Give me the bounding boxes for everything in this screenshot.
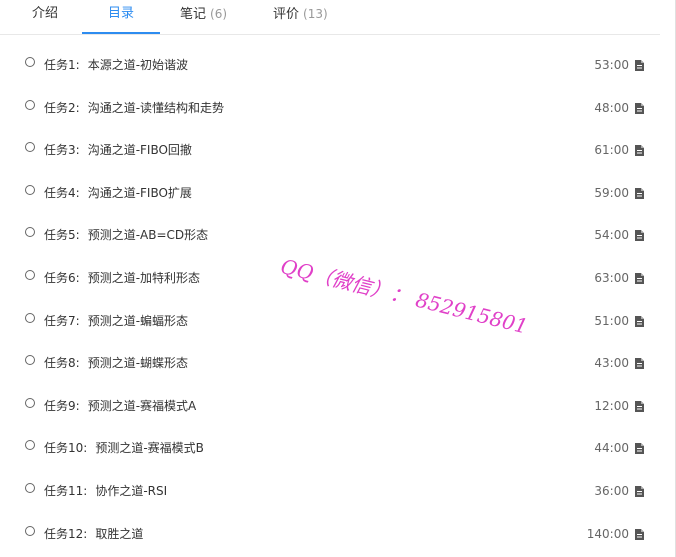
task-name: 预测之道-AB=CD形态 — [87, 228, 209, 243]
task-duration: 140:00 — [586, 526, 629, 541]
task-row[interactable]: 任务7: 预测之道-蝙蝠形态 51:00 — [10, 299, 660, 342]
task-row[interactable]: 任务9: 预测之道-赛福模式A 12:00 — [10, 384, 660, 427]
task-number: 任务3: — [44, 143, 80, 158]
task-duration: 43:00 — [594, 356, 629, 371]
document-icon — [635, 486, 644, 497]
task-duration: 36:00 — [594, 484, 629, 498]
task-number: 任务6: — [44, 271, 80, 285]
radio-circle-icon — [25, 142, 35, 153]
task-duration: 12:00 — [594, 398, 629, 413]
document-icon — [635, 358, 644, 370]
tab-notes[interactable]: 笔记 (6) — [180, 0, 227, 33]
task-row[interactable]: 任务11: 协作之道-RSI 36:00 — [10, 470, 660, 512]
task-number: 任务1: — [44, 58, 80, 72]
task-row[interactable]: 任务6: 预测之道-加特利形态 63:00 — [10, 257, 660, 299]
task-row[interactable]: 任务12: 取胜之道 140:00 — [10, 512, 660, 555]
tab-notes-label: 笔记 — [180, 7, 207, 22]
task-name: 本源之道-初始谐波 — [87, 58, 189, 72]
task-number: 任务2: — [44, 100, 80, 115]
tab-notes-count: (6) — [210, 7, 228, 21]
tab-reviews-label: 评价 — [273, 7, 300, 22]
document-icon — [635, 187, 644, 199]
radio-circle-icon — [25, 99, 35, 110]
task-title: 任务3: 沟通之道-FIBO回撤 — [44, 129, 192, 171]
task-duration: 44:00 — [594, 441, 629, 456]
radio-circle-icon — [25, 355, 35, 366]
task-duration: 53:00 — [594, 58, 629, 72]
task-number: 任务10: — [44, 441, 88, 456]
document-icon — [635, 400, 644, 412]
task-name: 预测之道-蝙蝠形态 — [87, 313, 189, 328]
document-icon — [635, 145, 644, 157]
task-row[interactable]: 任务8: 预测之道-蝴蝶形态 43:00 — [10, 342, 660, 385]
tab-intro[interactable]: 介绍 — [32, 0, 58, 33]
radio-circle-icon — [25, 227, 35, 238]
task-duration: 51:00 — [594, 313, 629, 328]
radio-circle-icon — [25, 483, 35, 493]
task-name: 预测之道-加特利形态 — [87, 271, 201, 285]
document-icon — [635, 528, 644, 540]
tab-reviews-count: (13) — [303, 7, 328, 21]
document-icon — [635, 60, 644, 71]
task-title: 任务7: 预测之道-蝙蝠形态 — [44, 300, 188, 342]
task-number: 任务11: — [44, 484, 88, 498]
tab-catalog[interactable]: 目录 — [81, 0, 161, 34]
task-row[interactable]: 任务5: 预测之道-AB=CD形态 54:00 — [10, 214, 660, 257]
task-name: 预测之道-蝴蝶形态 — [87, 356, 189, 371]
tab-reviews[interactable]: 评价 (13) — [273, 0, 328, 33]
task-title: 任务2: 沟通之道-读懂结构和走势 — [44, 87, 224, 129]
task-number: 任务12: — [44, 526, 88, 541]
radio-circle-icon — [25, 312, 35, 323]
tab-bar: 介绍 目录 笔记 (6) 评价 (13) — [0, 0, 660, 35]
task-title: 任务5: 预测之道-AB=CD形态 — [44, 214, 208, 256]
task-name: 预测之道-赛福模式A — [87, 398, 197, 413]
radio-circle-icon — [25, 57, 35, 67]
radio-circle-icon — [25, 397, 35, 408]
task-row[interactable]: 任务10: 预测之道-赛福模式B 44:00 — [10, 427, 660, 470]
task-name: 沟通之道-FIBO扩展 — [87, 185, 192, 200]
task-row[interactable]: 任务3: 沟通之道-FIBO回撤 61:00 — [10, 129, 660, 172]
task-number: 任务7: — [44, 313, 80, 328]
task-duration: 63:00 — [594, 271, 629, 285]
radio-circle-icon — [25, 525, 35, 536]
task-title: 任务9: 预测之道-赛福模式A — [44, 385, 196, 427]
task-title: 任务4: 沟通之道-FIBO扩展 — [44, 172, 192, 214]
task-number: 任务4: — [44, 185, 80, 200]
task-row[interactable]: 任务4: 沟通之道-FIBO扩展 59:00 — [10, 171, 660, 214]
document-icon — [635, 315, 644, 327]
task-name: 沟通之道-FIBO回撤 — [87, 143, 192, 158]
task-number: 任务9: — [44, 398, 80, 413]
task-name: 协作之道-RSI — [95, 484, 168, 498]
task-number: 任务8: — [44, 356, 80, 371]
task-title: 任务11: 协作之道-RSI — [44, 470, 167, 512]
task-number: 任务5: — [44, 228, 80, 243]
task-title: 任务1: 本源之道-初始谐波 — [44, 44, 188, 86]
task-title: 任务12: 取胜之道 — [44, 513, 143, 555]
document-icon — [635, 273, 644, 284]
task-duration: 61:00 — [594, 143, 629, 158]
tab-intro-label: 介绍 — [32, 6, 59, 21]
document-icon — [635, 102, 644, 114]
task-duration: 48:00 — [594, 100, 629, 115]
task-title: 任务10: 预测之道-赛福模式B — [44, 427, 204, 469]
task-name: 沟通之道-读懂结构和走势 — [87, 100, 225, 115]
task-row[interactable]: 任务2: 沟通之道-读懂结构和走势 48:00 — [10, 86, 660, 129]
tab-catalog-label: 目录 — [108, 6, 135, 21]
task-title: 任务6: 预测之道-加特利形态 — [44, 257, 200, 299]
radio-circle-icon — [25, 440, 35, 451]
task-name: 取胜之道 — [95, 526, 144, 541]
radio-circle-icon — [25, 270, 35, 280]
document-icon — [635, 443, 644, 455]
document-icon — [635, 230, 644, 242]
radio-circle-icon — [25, 184, 35, 195]
task-name: 预测之道-赛福模式B — [95, 441, 204, 456]
task-duration: 54:00 — [594, 228, 629, 243]
task-row[interactable]: 任务1: 本源之道-初始谐波 53:00 — [10, 44, 660, 86]
task-duration: 59:00 — [594, 185, 629, 200]
task-title: 任务8: 预测之道-蝴蝶形态 — [44, 342, 188, 384]
